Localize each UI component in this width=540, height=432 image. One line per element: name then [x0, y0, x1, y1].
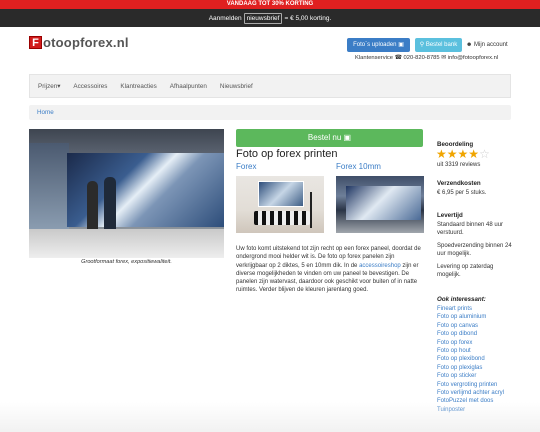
related-link[interactable]: Foto verlijmd achter acryl — [437, 389, 504, 397]
contact-label: Klantenservice — [355, 55, 394, 61]
newsletter-prefix: Aanmelden — [208, 14, 242, 22]
order-now-label: Bestel nu — [307, 133, 342, 142]
bestel-bank-label: Bestel bank — [425, 42, 458, 48]
nav-item-prijzen-label: Prijzen — [38, 82, 58, 90]
hero-image — [29, 129, 224, 258]
contact-email[interactable]: info@fotoopforex.nl — [448, 55, 498, 61]
related-link[interactable]: Foto op sticker — [437, 372, 504, 380]
mail-icon: ✉ — [441, 55, 447, 61]
interesting-heading: Ook interessant: — [437, 296, 486, 303]
upload-photos-label: Foto`s uploaden — [353, 42, 397, 48]
nav-item-prijzen[interactable]: Prijzen▾ — [38, 83, 60, 90]
thumb-panel — [346, 186, 421, 220]
upload-photos-button[interactable]: Foto`s uploaden ▣ — [347, 38, 410, 52]
nav-item-accessoires[interactable]: Accessoires — [73, 83, 107, 90]
page-title: Foto op forex printen — [236, 148, 338, 160]
promo-banner: VANDAAG TOT 30% KORTING — [0, 0, 540, 9]
logo-letter: F — [29, 36, 42, 49]
main-nav: Prijzen▾ Accessoires Klantreacties Afhaa… — [29, 74, 511, 98]
related-link[interactable]: Foto op plexiglas — [437, 364, 504, 372]
related-link[interactable]: Fineart prints — [437, 305, 504, 313]
account-label: Mijn account — [474, 42, 508, 48]
variant-forex-10mm-link[interactable]: Forex 10mm — [336, 162, 381, 171]
phone-icon: ☎ — [394, 55, 402, 61]
hero-caption: Grootformaat forex, expositiewaliteit. — [81, 259, 172, 265]
thumb-artwork — [258, 181, 304, 207]
account-link[interactable]: ☻ Mijn account — [466, 38, 508, 52]
breadcrumb: Home — [29, 105, 511, 120]
image-icon: ▣ — [343, 133, 352, 142]
related-link[interactable]: Foto op forex — [437, 339, 504, 347]
nav-item-klantreacties[interactable]: Klantreacties — [120, 83, 156, 90]
related-link[interactable]: Foto op canvas — [437, 322, 504, 330]
hero-floor — [29, 229, 224, 258]
logo-text: otoopforex.nl — [43, 35, 129, 50]
contact-phone[interactable]: 020-820-8785 — [404, 55, 440, 61]
shipping-heading: Verzendkosten — [437, 180, 481, 187]
star-full-icon: ★ — [468, 147, 480, 161]
thumb-sofa — [254, 211, 310, 225]
related-link[interactable]: Tuinposter — [437, 406, 504, 414]
thumb-lamp — [310, 192, 312, 228]
order-now-button[interactable]: Bestel nu ▣ — [236, 129, 423, 147]
nav-item-nieuwsbrief[interactable]: Nieuwsbrief — [220, 83, 253, 90]
variant-forex-10mm-image[interactable] — [336, 176, 424, 233]
caret-down-icon: ▾ — [57, 82, 61, 90]
related-link[interactable]: Foto op aluminium — [437, 313, 504, 321]
contact-info: Klantenservice ☎ 020-820-8785 ✉ info@fot… — [355, 55, 498, 61]
related-link[interactable]: Foto op plexibond — [437, 355, 504, 363]
variant-forex-image[interactable] — [236, 176, 324, 233]
delivery-text-standard: Standaard binnen 48 uur verstuurd. — [437, 222, 504, 237]
star-full-icon: ★ — [436, 147, 447, 161]
delivery-text-saturday: Levering op zaterdag mogelijk. — [437, 264, 494, 279]
star-full-icon: ★ — [457, 147, 469, 161]
newsletter-button[interactable]: nieuwsbrief — [243, 12, 283, 24]
nav-item-afhaalpunten[interactable]: Afhaalpunten — [170, 83, 207, 90]
product-description: Uw foto komt uitstekend tot zijn recht o… — [236, 245, 426, 295]
hero-person-2 — [104, 177, 116, 231]
reviews-count[interactable]: uit 3319 reviews — [437, 161, 517, 169]
star-empty-icon: ☆ — [479, 147, 490, 161]
breadcrumb-home[interactable]: Home — [37, 109, 54, 116]
site-logo[interactable]: F otoopforex.nl — [29, 35, 129, 50]
related-link[interactable]: Foto vergroting printen — [437, 381, 504, 389]
shipping-text: € 6,95 per 5 stuks. — [437, 190, 487, 196]
promo-text: VANDAAG TOT 30% KORTING — [226, 1, 314, 7]
hero-wall-left — [29, 143, 69, 229]
hero-person-1 — [87, 181, 98, 231]
delivery-heading: Levertijd — [437, 212, 463, 219]
rating-stars: ★ ★ ★ ★ ☆ — [436, 148, 490, 160]
bestel-bank-button[interactable]: ⚲ Bestel bank — [415, 38, 462, 52]
related-link[interactable]: FotoPuzzel met doos — [437, 397, 504, 405]
newsletter-bar: Aanmelden nieuwsbrief = € 5,00 korting. — [0, 9, 540, 27]
related-link[interactable]: Foto op dibond — [437, 330, 504, 338]
variant-forex-link[interactable]: Forex — [236, 162, 256, 171]
related-links: Fineart prints Foto op aluminium Foto op… — [437, 305, 504, 414]
related-link[interactable]: Foto op hout — [437, 347, 504, 355]
newsletter-suffix: = € 5,00 korting. — [284, 14, 332, 22]
image-icon: ▣ — [398, 42, 404, 48]
delivery-text-express: Spoedverzending binnen 24 uur mogelijk. — [437, 243, 512, 258]
accessoireshop-link[interactable]: accessoireshop — [359, 263, 401, 269]
star-full-icon: ★ — [446, 147, 458, 161]
user-icon: ☻ — [466, 42, 473, 48]
